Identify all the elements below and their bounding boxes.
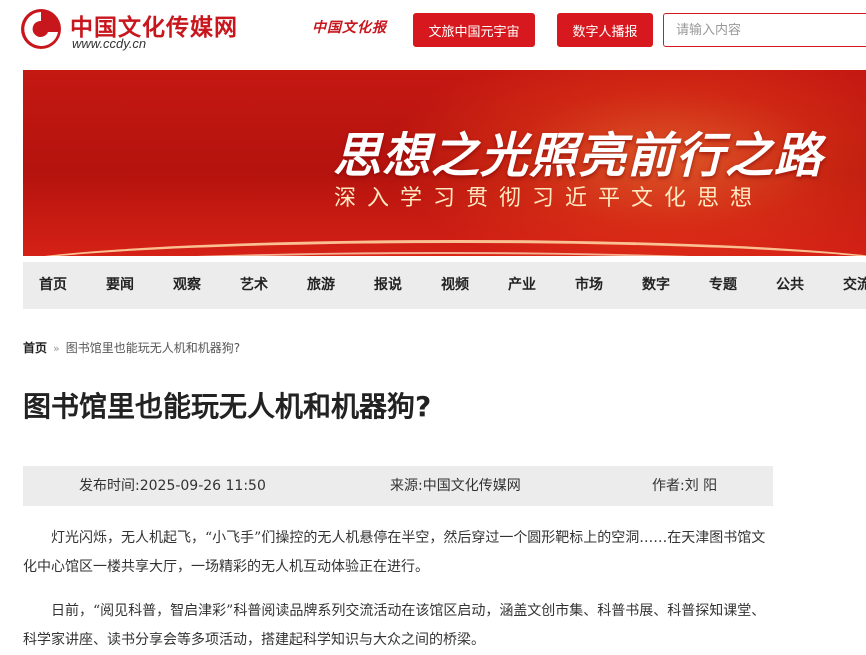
article-paragraph: 日前，“阅见科普，智启津彩”科普阅读品牌系列交流活动在该馆区启动，涵盖文创市集、… xyxy=(23,603,766,648)
metaverse-button[interactable]: 文旅中国元宇宙 xyxy=(413,13,535,47)
nav-item-news[interactable]: 要闻 xyxy=(106,262,134,309)
newspaper-logo[interactable]: 中国文化报 xyxy=(312,17,387,37)
site-logo[interactable]: 中国文化传媒网 www.ccdy.cn xyxy=(18,6,237,52)
nav-item-special[interactable]: 专题 xyxy=(709,262,737,309)
hero-banner: 思想之光照亮前行之路 深入学习贯彻习近平文化思想 xyxy=(23,70,866,256)
banner-subtitle: 深入学习贯彻习近平文化思想 xyxy=(334,186,764,211)
nav-item-art[interactable]: 艺术 xyxy=(240,262,268,309)
logo-emblem-icon xyxy=(21,9,61,49)
site-header: 中国文化传媒网 www.ccdy.cn 中国文化报 文旅中国元宇宙 数字人播报 xyxy=(0,0,866,62)
digital-human-button[interactable]: 数字人播报 xyxy=(557,13,653,47)
article-author: 作者:刘 阳 xyxy=(652,478,718,494)
publish-time: 发布时间:2025-09-26 11:50 xyxy=(79,478,266,494)
banner-title: 思想之光照亮前行之路 xyxy=(333,128,824,184)
breadcrumb-separator: » xyxy=(53,342,60,355)
nav-item-industry[interactable]: 产业 xyxy=(508,262,536,309)
article-paragraph: 灯光闪烁，无人机起飞，“小飞手”们操控的无人机悬停在半空，然后穿过一个圆形靶标上… xyxy=(23,530,766,575)
breadcrumb-current: 图书馆里也能玩无人机和机器狗? xyxy=(65,341,241,355)
nav-item-paper[interactable]: 报说 xyxy=(374,262,402,309)
article-title: 图书馆里也能玩无人机和机器狗? xyxy=(23,390,432,423)
nav-item-exchange[interactable]: 交流 xyxy=(843,262,866,309)
breadcrumb-home-link[interactable]: 首页 xyxy=(23,341,47,355)
nav-item-home[interactable]: 首页 xyxy=(39,262,67,309)
main-nav: 首页 要闻 观察 艺术 旅游 报说 视频 产业 市场 数字 专题 公共 交流 xyxy=(23,262,866,309)
nav-item-video[interactable]: 视频 xyxy=(441,262,469,309)
search-input[interactable] xyxy=(663,13,866,47)
breadcrumb: 首页 » 图书馆里也能玩无人机和机器狗? xyxy=(23,339,240,356)
nav-item-digital[interactable]: 数字 xyxy=(642,262,670,309)
nav-item-public[interactable]: 公共 xyxy=(776,262,804,309)
logo-url: www.ccdy.cn xyxy=(72,36,147,51)
article-source: 来源:中国文化传媒网 xyxy=(390,478,521,494)
nav-item-travel[interactable]: 旅游 xyxy=(307,262,335,309)
article-meta-bar: 发布时间:2025-09-26 11:50 来源:中国文化传媒网 作者:刘 阳 xyxy=(23,466,773,506)
nav-item-market[interactable]: 市场 xyxy=(575,262,603,309)
nav-item-observe[interactable]: 观察 xyxy=(173,262,201,309)
